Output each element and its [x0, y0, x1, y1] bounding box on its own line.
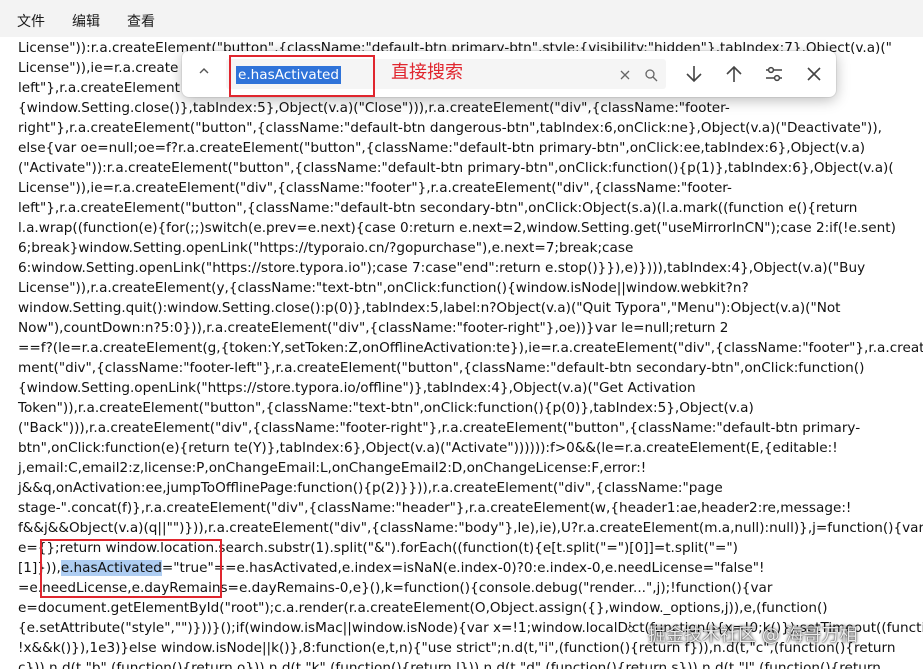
code-line: Now"),countDown:n?5:0})),r.a.createEleme…	[18, 320, 729, 336]
code-line: Token")),r.a.createElement("button",{cla…	[18, 400, 754, 416]
close-icon[interactable]	[802, 62, 826, 86]
code-line: ("Activate")):r.a.createElement("button"…	[18, 160, 894, 176]
watermark: 掘金技术社区 @ 海哥万相	[620, 619, 857, 649]
code-line: =e.needLicense,e.dayRemains=e.dayRemains…	[18, 580, 773, 596]
code-line: License")),ie=r.a.createElement("div",{c…	[18, 180, 732, 196]
search-icon[interactable]	[644, 67, 658, 82]
code-line: window.Setting.quit():window.Setting.clo…	[18, 300, 841, 316]
code-line: License")),ie=r.a.create	[18, 60, 179, 76]
juejin-logo-icon	[621, 625, 641, 645]
sliders-icon[interactable]	[762, 62, 786, 86]
menu-file[interactable]: 文件	[17, 11, 45, 31]
chevron-up-icon[interactable]	[194, 63, 214, 85]
code-line: {window.Setting.close()},tabIndex:5},Obj…	[18, 100, 730, 116]
code-line: j,email:C,email2:z,license:P,onChangeEma…	[18, 460, 647, 476]
code-line: ==f?(le=r.a.createElement(g,{token:Y,set…	[18, 340, 923, 356]
watermark-text: 掘金技术社区 @ 海哥万相	[648, 625, 858, 646]
code-line: e={};return window.location.search.subst…	[18, 540, 738, 556]
code-text: [1]})),	[18, 560, 61, 576]
code-line: btn",onClick:function(e){return te(Y)},t…	[18, 440, 838, 456]
code-line: right"},r.a.createElement("button",{clas…	[18, 120, 882, 136]
find-input-text[interactable]: e.hasActivated	[236, 66, 342, 84]
arrow-down-icon[interactable]	[682, 62, 706, 86]
menu-edit[interactable]: 编辑	[72, 11, 100, 31]
code-line: l.a.wrap((function(e){for(;;)switch(e.pr…	[18, 220, 896, 236]
code-editor[interactable]: License")):r.a.createElement("button",{c…	[0, 37, 923, 669]
code-line: f&&j&&Object(v.a)(q||"")})),r.a.createEl…	[18, 520, 923, 536]
code-line: c})),n.d(t,"b",(function(){return o})),n…	[18, 660, 881, 669]
code-line: ("Back"))),r.a.createElement("div",{clas…	[18, 420, 861, 436]
code-line: {window.Setting.openLink("https://store.…	[18, 380, 696, 396]
code-line: else{var oe=null;oe=f?r.a.createElement(…	[18, 140, 866, 156]
code-line: j&&q,onActivation:ee,jumpToOfflinePage:f…	[18, 480, 723, 496]
find-bar: e.hasActivated	[182, 51, 836, 97]
code-line: left"},r.a.createElement	[18, 80, 180, 96]
menu-view[interactable]: 查看	[127, 11, 155, 31]
code-line: ment("div",{className:"footer-left"},r.a…	[18, 360, 865, 376]
code-line: stage-".concat(f)},r.a.createElement("di…	[18, 500, 852, 516]
code-line: License")),r.a.createElement(y,{classNam…	[18, 280, 749, 296]
code-line: e=document.getElementById("root");c.a.re…	[18, 600, 828, 616]
code-line: 6:window.Setting.openLink("https://store…	[18, 260, 866, 276]
annotation-label: 直接搜索	[391, 62, 463, 83]
close-icon[interactable]	[618, 67, 632, 81]
menu-bar: 文件 编辑 查看	[0, 0, 923, 40]
code-line: 6;break}window.Setting.openLink("https:/…	[18, 240, 634, 256]
search-match-highlight: e.hasActivated	[60, 560, 162, 576]
arrow-up-icon[interactable]	[722, 62, 746, 86]
code-text: ="true"==e.hasActivated,e.index=isNaN(e.…	[161, 560, 765, 576]
code-line: left"},r.a.createElement("button",{class…	[18, 200, 858, 216]
code-line: [1]})),e.hasActivated="true"==e.hasActiv…	[18, 558, 764, 578]
